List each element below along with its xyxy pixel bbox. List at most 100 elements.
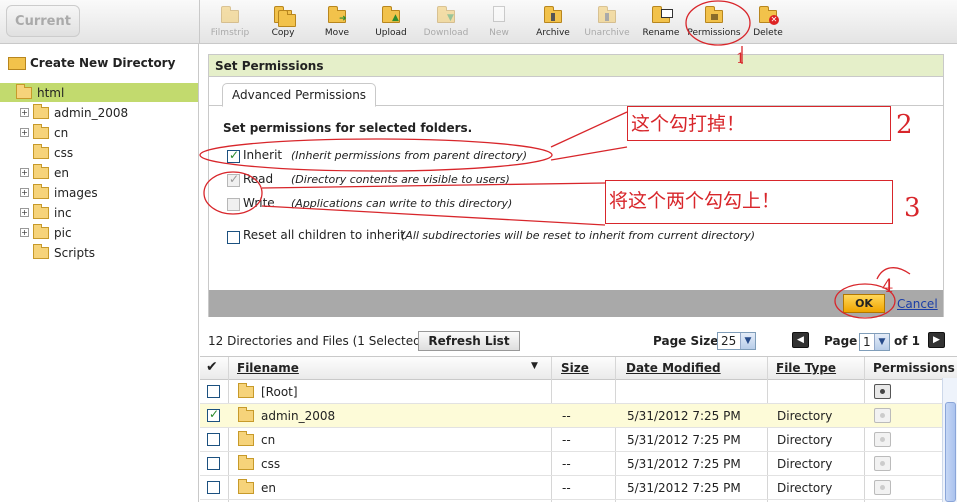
table-row[interactable]: [Root]: [200, 380, 944, 404]
permissions-icon[interactable]: [874, 384, 891, 399]
select-all-check-icon[interactable]: ✔: [206, 359, 218, 375]
row-filename[interactable]: en: [261, 481, 276, 495]
header-filename[interactable]: Filename: [237, 361, 299, 375]
cancel-link[interactable]: Cancel: [897, 297, 938, 311]
row-filename[interactable]: admin_2008: [261, 409, 335, 423]
scrollbar-thumb[interactable]: [945, 402, 956, 502]
permissions-button[interactable]: Permissions: [687, 2, 741, 42]
permissions-label: Permissions: [687, 28, 741, 38]
row-date: 5/31/2012 7:25 PM: [627, 409, 741, 423]
tree-item-label: html: [37, 85, 65, 100]
chevron-down-icon: ▼: [740, 333, 755, 349]
row-checkbox[interactable]: [207, 385, 220, 398]
filmstrip-button[interactable]: Filmstrip: [204, 2, 256, 42]
permissions-icon[interactable]: [874, 408, 891, 423]
tab-advanced-permissions[interactable]: Advanced Permissions: [222, 83, 377, 107]
delete-icon: ✕: [757, 5, 779, 25]
tree-item-inc[interactable]: + inc: [20, 203, 72, 222]
tree-item-cn[interactable]: + cn: [20, 123, 68, 142]
row-filename[interactable]: cn: [261, 433, 275, 447]
table-row[interactable]: cn -- 5/31/2012 7:25 PM Directory: [200, 428, 944, 452]
file-table: ✔ Filename ▼ Size Date Modified File Typ…: [200, 356, 957, 502]
folder-icon: [238, 407, 254, 422]
header-date-modified[interactable]: Date Modified: [626, 361, 721, 375]
tree-item-en[interactable]: + en: [20, 163, 69, 182]
row-type: Directory: [777, 409, 833, 423]
row-filename[interactable]: [Root]: [261, 385, 298, 399]
expand-icon[interactable]: +: [20, 188, 29, 197]
table-scrollbar[interactable]: [942, 378, 957, 502]
unarchive-button[interactable]: Unarchive: [581, 2, 633, 42]
permissions-icon[interactable]: [874, 480, 891, 495]
tree-item-scripts[interactable]: Scripts: [33, 243, 95, 262]
expand-icon[interactable]: +: [20, 128, 29, 137]
row-checkbox[interactable]: [207, 457, 220, 470]
tree-item-label: inc: [54, 205, 72, 220]
rename-label: Rename: [642, 28, 680, 38]
rename-button[interactable]: Rename: [635, 2, 687, 42]
table-row[interactable]: admin_2008 -- 5/31/2012 7:25 PM Director…: [200, 404, 944, 428]
row-checkbox[interactable]: [207, 433, 220, 446]
refresh-list-button[interactable]: Refresh List: [418, 331, 520, 351]
expand-icon[interactable]: +: [20, 228, 29, 237]
reset-children-description: (All subdirectories will be reset to inh…: [401, 229, 755, 242]
sort-down-icon[interactable]: ▼: [531, 361, 538, 371]
new-label: New: [489, 28, 509, 38]
table-row[interactable]: css -- 5/31/2012 7:25 PM Directory: [200, 452, 944, 476]
write-checkbox[interactable]: [227, 198, 240, 211]
tree-item-images[interactable]: + images: [20, 183, 98, 202]
expand-icon[interactable]: +: [20, 108, 29, 117]
archive-button[interactable]: Archive: [527, 2, 579, 42]
folder-icon: [238, 479, 254, 494]
row-size: --: [562, 433, 571, 447]
tree-item-html[interactable]: html: [0, 83, 198, 102]
move-button[interactable]: ➜ Move: [311, 2, 363, 42]
filmstrip-icon: [219, 5, 241, 25]
permissions-icon[interactable]: [874, 456, 891, 471]
write-label: Write: [243, 196, 275, 210]
permissions-icon[interactable]: [874, 432, 891, 447]
tree-item-css[interactable]: css: [33, 143, 73, 162]
page-number-select[interactable]: 1 ▼: [859, 333, 890, 351]
folder-icon: [33, 183, 49, 199]
current-tab[interactable]: Current: [6, 5, 80, 37]
read-checkbox[interactable]: [227, 172, 240, 187]
folder-icon: [33, 243, 49, 259]
tree-item-admin-2008[interactable]: + admin_2008: [20, 103, 128, 122]
new-button[interactable]: New: [473, 2, 525, 42]
expand-icon[interactable]: +: [20, 208, 29, 217]
table-row[interactable]: en -- 5/31/2012 7:25 PM Directory: [200, 476, 944, 500]
expand-icon[interactable]: +: [20, 168, 29, 177]
tree-item-pic[interactable]: + pic: [20, 223, 72, 242]
delete-button[interactable]: ✕ Delete: [742, 2, 794, 42]
inherit-label: Inherit: [243, 148, 283, 162]
move-icon: ➜: [326, 5, 348, 25]
page-number-value: 1: [863, 335, 871, 349]
copy-label: Copy: [271, 28, 295, 38]
read-label: Read: [243, 172, 274, 186]
row-size: --: [562, 457, 571, 471]
row-checkbox[interactable]: [207, 407, 220, 422]
header-size[interactable]: Size: [561, 361, 589, 375]
upload-label: Upload: [375, 28, 407, 38]
row-checkbox[interactable]: [207, 481, 220, 494]
row-filename[interactable]: css: [261, 457, 280, 471]
toolbar: Current Filmstrip Copy ➜ Move ▲ Upload ▼…: [0, 0, 957, 44]
ok-button[interactable]: OK: [843, 294, 885, 313]
page-size-select[interactable]: 25 ▼: [717, 332, 756, 350]
archive-label: Archive: [536, 28, 570, 38]
reset-children-checkbox[interactable]: [227, 231, 240, 244]
prev-page-button[interactable]: ◀: [792, 332, 809, 348]
copy-button[interactable]: Copy: [257, 2, 309, 42]
download-button[interactable]: ▼ Download: [420, 2, 472, 42]
next-page-button[interactable]: ▶: [928, 332, 945, 348]
header-file-type[interactable]: File Type: [776, 361, 836, 375]
upload-button[interactable]: ▲ Upload: [365, 2, 417, 42]
row-size: --: [562, 481, 571, 495]
panel-footer: OK Cancel: [209, 290, 943, 317]
row-type: Directory: [777, 457, 833, 471]
filmstrip-label: Filmstrip: [210, 28, 250, 38]
create-directory-link[interactable]: Create New Directory: [8, 56, 175, 70]
inherit-checkbox[interactable]: [227, 148, 240, 163]
delete-label: Delete: [753, 28, 783, 38]
